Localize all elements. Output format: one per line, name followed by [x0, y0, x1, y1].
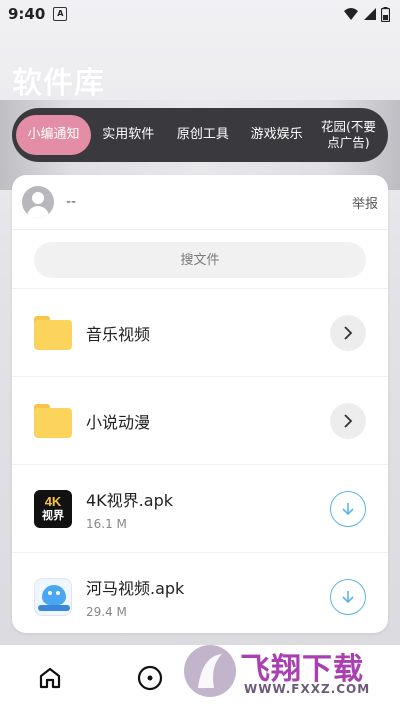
tab-games-entertainment[interactable]: 游戏娱乐 — [240, 115, 313, 155]
tab-garden[interactable]: 花园(不要点广告) — [313, 115, 384, 155]
list-item[interactable]: 河马视频.apk 29.4 M — [12, 553, 388, 633]
chevron-right-icon — [344, 413, 353, 428]
download-button[interactable] — [330, 578, 366, 615]
category-tabs: 小编通知 实用软件 原创工具 游戏娱乐 花园(不要点广告) — [12, 108, 388, 162]
tab-original-tools[interactable]: 原创工具 — [166, 115, 241, 155]
bottom-nav — [0, 645, 400, 711]
list-item[interactable]: 小说动漫 — [12, 377, 388, 465]
home-icon — [39, 667, 61, 689]
report-button[interactable]: 举报 — [352, 193, 378, 212]
item-name: 河马视频.apk — [86, 578, 185, 598]
discover-icon — [137, 665, 163, 691]
item-name: 4K视界.apk — [86, 490, 173, 510]
download-icon — [342, 590, 354, 603]
app-icon-text: 4K — [44, 494, 62, 509]
folder-icon — [34, 314, 72, 352]
signal-icon — [364, 8, 376, 20]
folder-icon — [34, 402, 72, 440]
notification-icon: A — [53, 7, 68, 21]
tab-editor-notice[interactable]: 小编通知 — [16, 115, 91, 155]
list-item[interactable]: 4K 视界 4K视界.apk 16.1 M — [12, 465, 388, 553]
wifi-icon — [344, 8, 358, 20]
app-hema-icon — [34, 577, 72, 616]
file-size: 29.4 M — [86, 604, 127, 619]
download-button[interactable] — [330, 490, 366, 527]
battery-icon — [381, 6, 390, 22]
chevron-right-icon — [344, 325, 353, 340]
open-folder-button[interactable] — [330, 314, 366, 351]
search-input[interactable] — [34, 242, 366, 278]
item-name: 音乐视频 — [86, 324, 151, 344]
nav-placeholder-3[interactable] — [230, 658, 270, 698]
open-folder-button[interactable] — [330, 402, 366, 439]
nav-discover[interactable] — [130, 658, 170, 698]
nav-placeholder-4[interactable] — [330, 658, 370, 698]
page-title: 软件库 — [12, 66, 105, 101]
download-icon — [342, 502, 354, 515]
status-bar: 9:40 A — [0, 0, 400, 28]
avatar[interactable] — [22, 186, 54, 218]
file-list-card: -- 举报 音乐视频 小说动漫 4K 视界 4K视界.apk — [12, 175, 388, 633]
tab-utility-software[interactable]: 实用软件 — [91, 115, 166, 155]
username: -- — [66, 194, 77, 210]
search-container — [12, 230, 388, 289]
app-4k-icon: 4K 视界 — [34, 489, 72, 528]
nav-home[interactable] — [30, 658, 70, 698]
file-size: 16.1 M — [86, 516, 127, 531]
app-icon-text: 视界 — [42, 509, 64, 522]
card-header: -- 举报 — [12, 175, 388, 230]
item-name: 小说动漫 — [86, 412, 151, 432]
list-item[interactable]: 音乐视频 — [12, 289, 388, 377]
status-time: 9:40 — [8, 5, 46, 23]
